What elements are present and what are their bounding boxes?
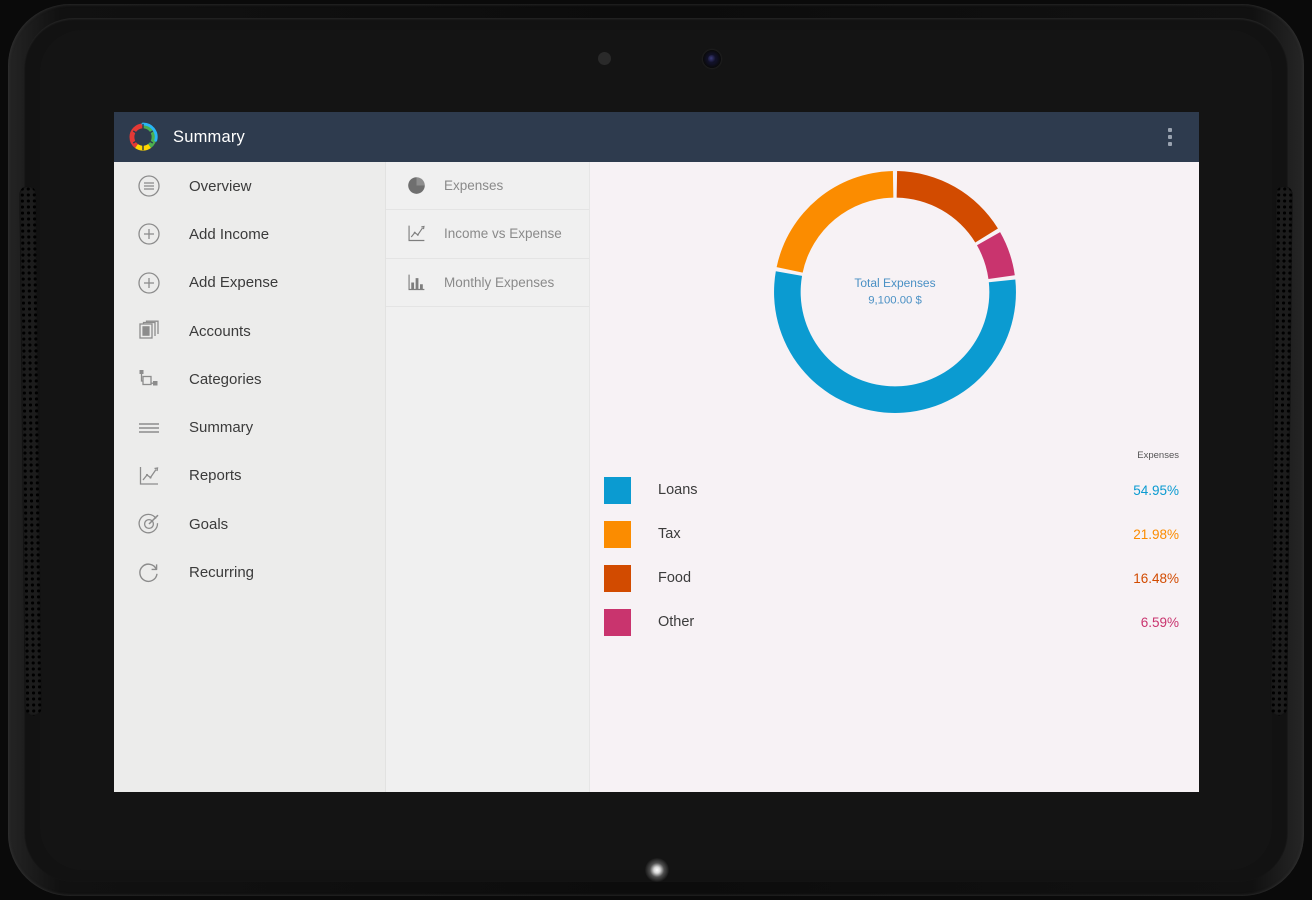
chart-legend: Expenses Loans 54.95% Tax 21.98% Food 16… (590, 450, 1199, 644)
line-chart-icon (405, 223, 427, 245)
sidebar-item-label: Add Income (189, 225, 270, 243)
donut-center-title: Total Expenses (854, 276, 935, 290)
legend-value: 6.59% (1140, 614, 1179, 630)
refresh-circular-icon (136, 560, 162, 586)
sidebar-item-label: Recurring (189, 564, 255, 582)
legend-swatch-icon (604, 608, 631, 636)
sidebar-item-label: Accounts (189, 322, 251, 340)
home-indicator-led (645, 858, 669, 882)
line-chart-icon (136, 463, 162, 489)
report-list: Expenses Income vs Expense Monthly Expen… (386, 162, 590, 792)
donut-slices[interactable] (773, 171, 1016, 413)
donut-chart[interactable]: Total Expenses 9,100.00 $ (590, 162, 1199, 422)
sidebar-item-overview[interactable]: Overview (114, 162, 385, 210)
sidebar-item-recurring[interactable]: Recurring (114, 548, 385, 596)
stacked-cards-icon (136, 318, 162, 344)
report-item-monthly-expenses[interactable]: Monthly Expenses (386, 259, 589, 307)
overflow-menu-icon[interactable] (1161, 126, 1179, 148)
sidebar-item-reports[interactable]: Reports (114, 452, 385, 500)
legend-header-label: Expenses (1137, 450, 1179, 461)
donut-slice-loans[interactable] (773, 271, 1016, 413)
legend-swatch-icon (604, 520, 631, 548)
pie-chart-icon (405, 175, 427, 197)
sidebar-nav: Overview Add Income Add Expense Accounts… (114, 162, 386, 792)
sidebar-item-label: Summary (189, 419, 254, 437)
sidebar-item-label: Reports (189, 467, 242, 485)
sidebar-item-label: Overview (189, 177, 252, 195)
legend-row-food[interactable]: Food 16.48% (604, 556, 1185, 600)
app-body: Overview Add Income Add Expense Accounts… (114, 162, 1199, 792)
app-bar: Summary (114, 112, 1199, 162)
bar-chart-icon (405, 271, 427, 293)
sidebar-item-summary[interactable]: Summary (114, 403, 385, 451)
tablet-screen: Summary Overview Add Income Add Expense … (114, 112, 1199, 792)
donut-slice-food[interactable] (896, 171, 998, 243)
legend-label: Food (658, 570, 692, 586)
plus-circle-icon (136, 270, 162, 296)
legend-value: 54.95% (1133, 482, 1179, 498)
legend-value: 16.48% (1133, 570, 1179, 586)
sidebar-item-add-expense[interactable]: Add Expense (114, 259, 385, 307)
donut-slice-tax[interactable] (776, 171, 893, 273)
sidebar-item-label: Goals (189, 515, 229, 533)
legend-row-loans[interactable]: Loans 54.95% (604, 468, 1185, 512)
donut-chart-svg[interactable]: Total Expenses 9,100.00 $ (769, 166, 1021, 418)
report-item-expenses[interactable]: Expenses (386, 162, 589, 211)
app-donut-logo-icon (128, 122, 158, 152)
report-item-label: Income vs Expense (444, 226, 562, 242)
sidebar-item-accounts[interactable]: Accounts (114, 307, 385, 355)
legend-swatch-icon (604, 476, 631, 504)
tablet-device-frame: Summary Overview Add Income Add Expense … (0, 0, 1312, 900)
front-camera-icon (703, 50, 721, 68)
sidebar-item-categories[interactable]: Categories (114, 355, 385, 403)
sidebar-item-label: Add Expense (189, 274, 279, 292)
sidebar-item-label: Categories (189, 370, 262, 388)
lines-list-icon (136, 415, 162, 441)
target-icon (136, 511, 162, 537)
legend-row-other[interactable]: Other 6.59% (604, 600, 1185, 644)
legend-swatch-icon (604, 564, 631, 592)
report-item-label: Expenses (444, 178, 504, 194)
ambient-light-sensor-icon (598, 52, 611, 65)
donut-slice-other[interactable] (976, 232, 1015, 279)
legend-label: Other (658, 614, 695, 630)
legend-label: Tax (658, 526, 681, 542)
legend-value: 21.98% (1133, 526, 1179, 542)
sidebar-item-add-income[interactable]: Add Income (114, 210, 385, 258)
plus-circle-icon (136, 221, 162, 247)
legend-label: Loans (658, 482, 698, 498)
legend-row-tax[interactable]: Tax 21.98% (604, 512, 1185, 556)
sidebar-item-goals[interactable]: Goals (114, 500, 385, 548)
chart-pane: Total Expenses 9,100.00 $ Expenses Loans… (590, 162, 1199, 792)
report-item-income-vs-expense[interactable]: Income vs Expense (386, 210, 589, 259)
report-item-label: Monthly Expenses (444, 274, 555, 290)
categories-tree-icon (136, 366, 162, 392)
donut-center-value: 9,100.00 $ (868, 294, 922, 306)
hamburger-circle-icon (136, 173, 162, 199)
app-bar-title: Summary (173, 127, 245, 146)
